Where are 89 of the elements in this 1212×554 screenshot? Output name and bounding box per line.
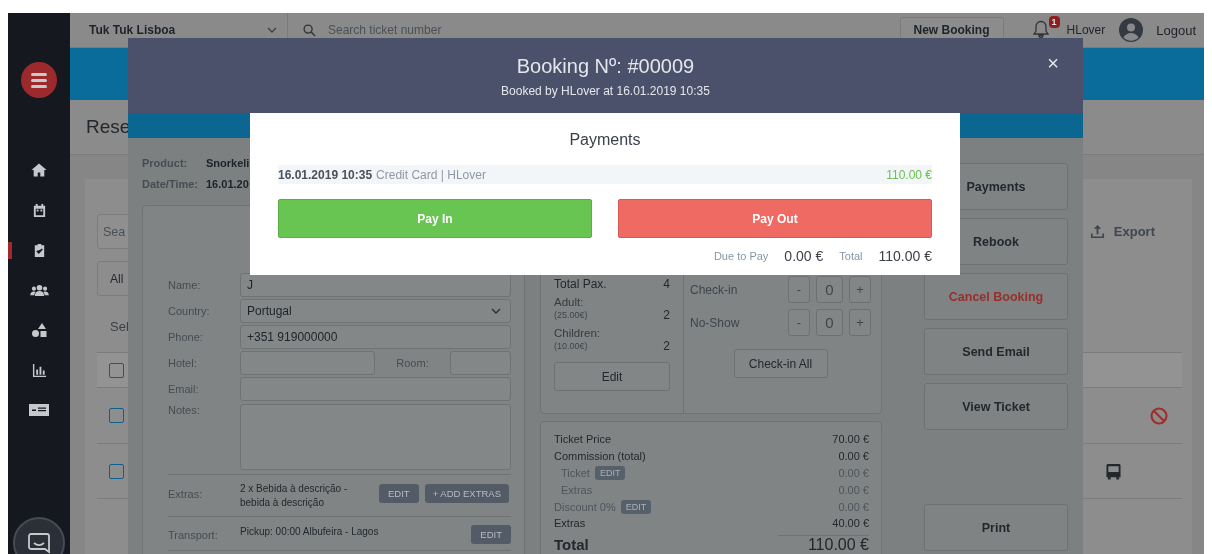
field-label: Email: (168, 383, 200, 395)
bus-icon (1105, 462, 1121, 480)
chat-button[interactable] (13, 517, 65, 554)
search-field[interactable]: Search ticket number (326, 22, 626, 38)
edit-button[interactable]: EDIT (379, 484, 419, 503)
ban-icon (1150, 406, 1168, 425)
pax-type-label: Adult: (554, 296, 585, 308)
users-icon (29, 283, 49, 297)
price-value: 110.00 € (777, 535, 869, 554)
user-name: HLover (1066, 23, 1106, 37)
transport-text: Pickup: 00:00 Albufeira - Lagos (240, 525, 380, 539)
total-label: Total (839, 250, 863, 262)
payment-method: Credit Card | HLover (376, 167, 487, 182)
counter-value: 0 (816, 309, 843, 336)
action-button[interactable]: Send Email (924, 328, 1068, 375)
price-value: 0.00 € (838, 450, 869, 463)
extras-text: 2 x Bebida à descrição - bebida à descrição (240, 482, 349, 510)
field-label: Room: (395, 357, 430, 369)
payments-title: Payments (568, 131, 642, 150)
dialog-subtitle: Booked by HLover at 16.01.2019 10:35 (501, 84, 710, 98)
price-value: 70.00 € (832, 433, 869, 446)
bell-icon[interactable] (1031, 20, 1050, 38)
action-button[interactable]: Cancel Booking (924, 273, 1068, 320)
notification-badge: 1 (1048, 16, 1060, 28)
pay-out-button[interactable]: Pay Out (618, 199, 932, 238)
chevron-down-icon (267, 27, 277, 33)
field-label: Name: (168, 279, 202, 291)
pax-type-label: Children: (554, 327, 602, 339)
search-icon (303, 23, 316, 37)
action-button[interactable]: View Ticket (924, 383, 1068, 430)
check-in-all-button[interactable]: Check-in All (733, 349, 828, 378)
increment-button[interactable]: + (849, 276, 871, 303)
total-pax-label: Total Pax. (554, 277, 607, 291)
close-button[interactable]: × (1043, 52, 1063, 74)
shapes-icon (31, 322, 47, 338)
upload-icon (1089, 224, 1105, 239)
counter-value: 0 (816, 276, 843, 303)
bar-chart-icon (31, 362, 47, 378)
chevron-down-icon (491, 308, 501, 314)
chat-icon (28, 532, 50, 554)
price-label: Commission (total) (554, 450, 646, 463)
payment-datetime: 16.01.2019 10:35 (278, 167, 373, 182)
extras-label: Extras: (168, 487, 204, 500)
money-icon (29, 404, 49, 416)
row-checkbox[interactable] (109, 408, 124, 423)
product-value: Snorkeli (206, 156, 250, 169)
edit-button[interactable]: EDIT (471, 525, 511, 544)
calendar-icon (31, 202, 47, 218)
counter-label: No-Show (690, 315, 741, 330)
pax-price: (10.00€) (554, 341, 588, 351)
decrement-button[interactable]: - (788, 309, 810, 336)
price-value: 40.00 € (832, 517, 869, 530)
field-label: Hotel: (168, 357, 198, 369)
field-label: Country: (168, 305, 211, 317)
row-checkbox[interactable] (109, 463, 124, 479)
dialog-title: Booking Nº: #00009 (516, 55, 695, 78)
datetime-value: 16.01.20 (206, 177, 249, 190)
edit-button[interactable]: EDIT (594, 466, 626, 480)
add-extras-button[interactable]: + ADD EXTRAS (424, 484, 509, 503)
counter-label: Check-in (690, 282, 739, 297)
pax-price: (25.00€) (554, 310, 588, 320)
input-field[interactable]: +351 919000000 (240, 325, 511, 349)
export-button[interactable]: Export (1089, 224, 1155, 239)
increment-button[interactable]: + (849, 309, 871, 336)
home-icon (31, 162, 47, 178)
pay-in-button[interactable]: Pay In (278, 199, 592, 238)
logout-link[interactable]: Logout (1156, 22, 1196, 38)
logo-icon (21, 62, 57, 98)
country-select[interactable]: Portugal (240, 299, 511, 323)
row-checkbox[interactable] (109, 362, 124, 378)
price-label: Ticket Price (554, 433, 612, 446)
price-label: Total (554, 536, 589, 554)
page-title: Rese (86, 116, 131, 138)
transport-label: Transport: (168, 528, 219, 541)
field-label: Notes: (168, 404, 201, 416)
field-label: Phone: (168, 331, 204, 343)
edit-button[interactable]: Edit (554, 362, 670, 391)
price-label: Extras (554, 517, 586, 530)
avatar-icon[interactable] (1119, 18, 1144, 42)
select-label: Sel (110, 319, 129, 336)
total-pax-value: 4 (663, 277, 670, 291)
input-field[interactable]: J (240, 273, 511, 297)
decrement-button[interactable]: - (788, 276, 810, 303)
pax-count: 2 (663, 339, 670, 353)
print-button[interactable]: Print (924, 504, 1068, 551)
due-label: Due to Pay (713, 250, 769, 262)
due-amount: 0.00 € (784, 248, 824, 264)
edit-button[interactable]: EDIT (620, 499, 652, 514)
pax-count: 2 (663, 308, 670, 322)
